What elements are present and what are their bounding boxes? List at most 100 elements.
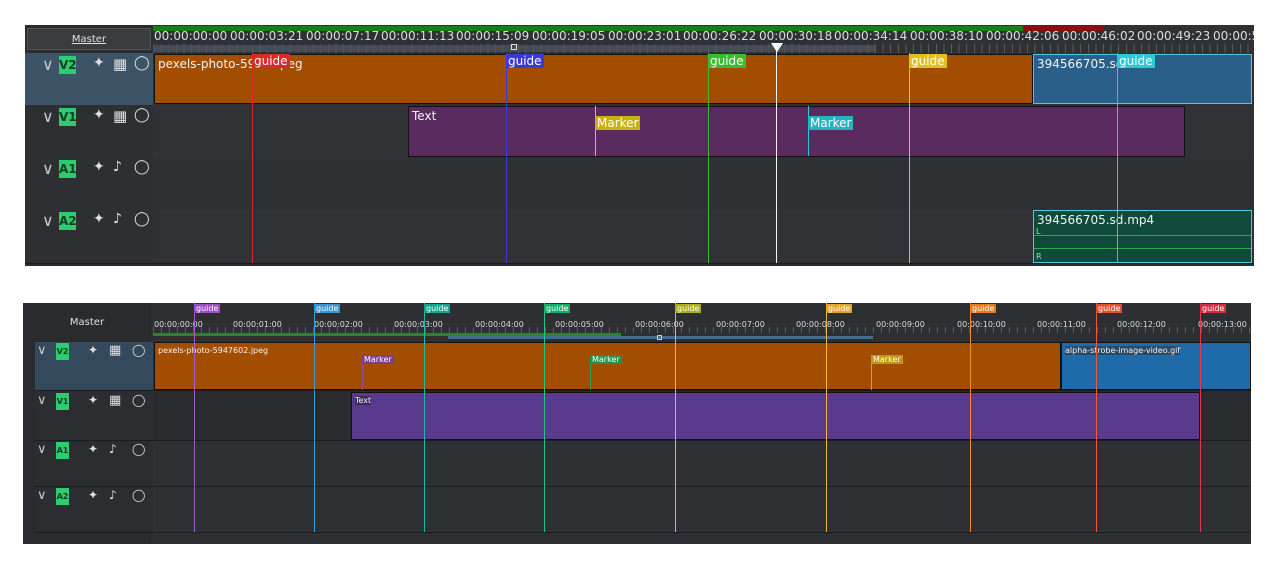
- clip-audio-a2[interactable]: 394566705.sd.mp4 L R: [1033, 210, 1252, 263]
- speaker-icon[interactable]: ♪: [113, 159, 122, 175]
- zone-handle-icon[interactable]: [511, 44, 517, 50]
- effect-wand-icon[interactable]: ✦: [93, 159, 105, 175]
- guide-line[interactable]: [1200, 303, 1201, 532]
- lock-icon[interactable]: ◯: [134, 107, 150, 123]
- zone-handle-icon[interactable]: [657, 335, 662, 340]
- clip-text-v1[interactable]: Text: [408, 106, 1185, 157]
- lock-icon[interactable]: ◯: [134, 55, 150, 71]
- ruler-timecode: 00:00:04:00: [475, 320, 524, 329]
- film-icon[interactable]: ▦: [113, 55, 127, 73]
- clip-image-v2[interactable]: pexels-photo-5947602.jpeg: [154, 342, 1061, 390]
- lock-icon[interactable]: ◯: [134, 211, 150, 227]
- guide-label[interactable]: guide: [314, 304, 341, 313]
- speaker-icon[interactable]: ♪: [113, 211, 122, 227]
- speaker-icon[interactable]: ♪: [109, 442, 117, 456]
- playhead-line[interactable]: [776, 51, 777, 263]
- collapse-chevron-icon[interactable]: ∨: [37, 393, 47, 408]
- guide-label[interactable]: guide: [708, 54, 746, 68]
- marker-line: [808, 106, 809, 156]
- guide-line[interactable]: [424, 303, 425, 532]
- clip-name: 394566705.sd.: [1037, 57, 1128, 71]
- ruler-timecode: 00:00:15:09: [456, 29, 530, 43]
- effect-wand-icon[interactable]: ✦: [93, 211, 105, 227]
- guide-label[interactable]: guide: [544, 304, 571, 313]
- guide-line[interactable]: [314, 303, 315, 532]
- guide-label[interactable]: guide: [1096, 304, 1123, 313]
- clip-text-v1[interactable]: Text: [351, 392, 1200, 440]
- guide-label[interactable]: guide: [826, 304, 853, 313]
- guide-line[interactable]: [1117, 53, 1118, 263]
- ruler-timecode: 00:00:01:00: [233, 320, 282, 329]
- guide-label[interactable]: guide: [506, 54, 544, 68]
- guide-label[interactable]: guide: [424, 304, 451, 313]
- lock-icon[interactable]: ◯: [132, 393, 145, 407]
- collapse-chevron-icon[interactable]: ∨: [42, 211, 54, 230]
- guide-label[interactable]: guide: [909, 54, 947, 68]
- guide-line[interactable]: [970, 303, 971, 532]
- track-lane-a2[interactable]: [153, 487, 1251, 533]
- guide-line[interactable]: [675, 303, 676, 532]
- guide-line[interactable]: [708, 53, 709, 263]
- guide-line[interactable]: [1096, 303, 1097, 532]
- clip-marker[interactable]: Marker: [595, 116, 641, 130]
- clip-marker[interactable]: Marker: [808, 116, 854, 130]
- ruler-timecode: 00:00:07:17: [306, 29, 380, 43]
- track-lane-a1[interactable]: [153, 157, 1254, 210]
- guide-label[interactable]: guide: [252, 54, 290, 68]
- ruler-timecode: 00:00:02:00: [314, 320, 363, 329]
- guide-label[interactable]: guide: [1200, 304, 1227, 313]
- ruler-timecode: 00:00:30:18: [759, 29, 833, 43]
- marker-line: [595, 106, 596, 156]
- collapse-chevron-icon[interactable]: ∨: [42, 107, 54, 126]
- guide-line[interactable]: [252, 53, 253, 263]
- guide-label[interactable]: guide: [970, 304, 997, 313]
- guide-line[interactable]: [194, 303, 195, 532]
- ruler-timecode: 00:00:09:00: [876, 320, 925, 329]
- clip-gif-v2[interactable]: alpha-strobe-image-video.gif: [1061, 342, 1251, 390]
- collapse-chevron-icon[interactable]: ∨: [42, 55, 54, 74]
- effect-wand-icon[interactable]: ✦: [88, 442, 98, 456]
- collapse-chevron-icon[interactable]: ∨: [37, 442, 47, 457]
- master-button[interactable]: Master: [27, 28, 151, 50]
- effect-wand-icon[interactable]: ✦: [93, 107, 105, 123]
- ruler-timecode: 00:00:23:01: [608, 29, 682, 43]
- lock-icon[interactable]: ◯: [134, 159, 150, 175]
- lock-icon[interactable]: ◯: [132, 488, 145, 502]
- collapse-chevron-icon[interactable]: ∨: [42, 159, 54, 178]
- lock-icon[interactable]: ◯: [132, 343, 145, 357]
- film-icon[interactable]: ▦: [109, 393, 121, 408]
- film-icon[interactable]: ▦: [113, 107, 127, 125]
- ruler-timecode: 00:00:03:00: [394, 320, 443, 329]
- guide-label[interactable]: guide: [1117, 54, 1155, 68]
- clip-marker[interactable]: Marker: [871, 355, 903, 364]
- speaker-icon[interactable]: ♪: [109, 488, 117, 502]
- guide-line[interactable]: [826, 303, 827, 532]
- playhead-triangle-icon[interactable]: [771, 43, 783, 52]
- clip-marker[interactable]: Marker: [362, 355, 394, 364]
- audio-channel-right: R: [1036, 252, 1042, 261]
- guide-line[interactable]: [544, 303, 545, 532]
- guide-label[interactable]: guide: [194, 304, 221, 313]
- master-button[interactable]: Master: [25, 311, 149, 335]
- track-lane-a1[interactable]: [153, 441, 1251, 487]
- effect-wand-icon[interactable]: ✦: [88, 393, 98, 407]
- collapse-chevron-icon[interactable]: ∨: [37, 488, 47, 503]
- lock-icon[interactable]: ◯: [132, 442, 145, 456]
- track-badge-a2: A2: [59, 212, 77, 230]
- guide-line[interactable]: [506, 53, 507, 263]
- clip-name: Text: [355, 396, 372, 405]
- ruler-timecode: 00:00:49:23: [1137, 29, 1211, 43]
- effect-wand-icon[interactable]: ✦: [88, 343, 98, 357]
- effect-wand-icon[interactable]: ✦: [88, 488, 98, 502]
- guide-label[interactable]: guide: [675, 304, 702, 313]
- guide-line[interactable]: [909, 53, 910, 263]
- film-icon[interactable]: ▦: [109, 343, 121, 358]
- audio-waveform-line: [1034, 248, 1251, 249]
- collapse-chevron-icon[interactable]: ∨: [37, 343, 47, 358]
- ruler-timecode: 00:00:34:14: [834, 29, 908, 43]
- ruler-timecode: 00:00:05:00: [555, 320, 604, 329]
- ruler-timecode: 00:00:08:00: [796, 320, 845, 329]
- clip-marker[interactable]: Marker: [590, 355, 622, 364]
- effect-wand-icon[interactable]: ✦: [93, 55, 105, 71]
- track-badge-a2: A2: [56, 488, 69, 505]
